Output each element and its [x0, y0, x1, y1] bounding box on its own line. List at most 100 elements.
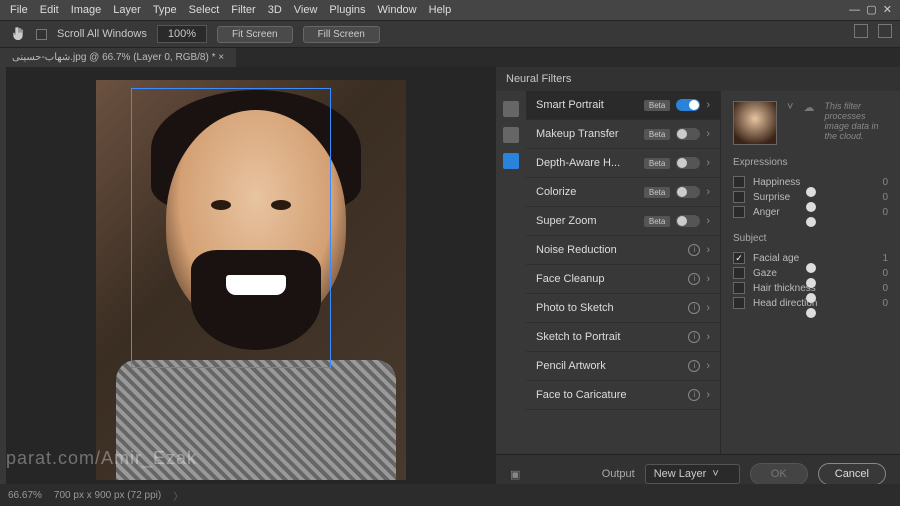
info-icon[interactable]: i: [688, 331, 700, 343]
menu-help[interactable]: Help: [429, 4, 452, 16]
menu-image[interactable]: Image: [71, 4, 102, 16]
search-icon[interactable]: [878, 24, 892, 38]
filter-label: Colorize: [536, 186, 644, 198]
filter-noise-reduction[interactable]: Noise Reductioni ›: [526, 236, 720, 265]
slider-happiness: Happiness 0: [733, 176, 888, 191]
chevron-down-icon[interactable]: ˅: [787, 101, 793, 113]
menu-layer[interactable]: Layer: [113, 4, 141, 16]
chevron-right-icon: ›: [706, 128, 710, 140]
menu-view[interactable]: View: [294, 4, 318, 16]
slider-value[interactable]: 1: [876, 253, 888, 264]
menu-select[interactable]: Select: [189, 4, 220, 16]
slider-value[interactable]: 0: [876, 283, 888, 294]
menu-file[interactable]: File: [10, 4, 28, 16]
filter-label: Smart Portrait: [536, 99, 644, 111]
slider-value[interactable]: 0: [876, 207, 888, 218]
filter-face-cleanup[interactable]: Face Cleanupi›: [526, 265, 720, 294]
filter-label: Noise Reduction: [536, 244, 688, 256]
filter-super-zoom[interactable]: Super ZoomBeta›: [526, 207, 720, 236]
filter-toggle[interactable]: [676, 186, 700, 198]
beta-badge: Beta: [644, 129, 670, 140]
filter-toggle[interactable]: [676, 99, 700, 111]
slider-checkbox[interactable]: [733, 206, 745, 218]
menu-type[interactable]: Type: [153, 4, 177, 16]
output-select[interactable]: New Layer ˅: [645, 464, 740, 484]
filter-smart-portrait[interactable]: Smart PortraitBeta›: [526, 91, 720, 120]
zoom-input[interactable]: 100%: [157, 25, 207, 43]
hand-tool-icon[interactable]: [10, 26, 26, 42]
filter-category-tabs: [496, 91, 526, 454]
slider-value[interactable]: 0: [876, 298, 888, 309]
category-tab-2[interactable]: [503, 127, 519, 143]
filter-depth-aware-h-[interactable]: Depth-Aware H...Beta›: [526, 149, 720, 178]
fill-screen-button[interactable]: Fill Screen: [303, 26, 380, 43]
filter-colorize[interactable]: ColorizeBeta ›: [526, 178, 720, 207]
slider-value[interactable]: 0: [876, 268, 888, 279]
filter-toggle[interactable]: [676, 157, 700, 169]
slider-handle[interactable]: [806, 217, 816, 227]
face-detection-box: [131, 88, 331, 368]
info-icon[interactable]: i: [688, 389, 700, 401]
category-tab-1[interactable]: [503, 101, 519, 117]
slider-checkbox[interactable]: [733, 252, 745, 264]
slider-checkbox[interactable]: [733, 191, 745, 203]
scroll-all-checkbox[interactable]: [36, 29, 47, 40]
filter-face-to-caricature[interactable]: Face to Caricaturei›: [526, 381, 720, 410]
watermark: parat.com/Amir_Ezak: [6, 448, 197, 469]
slider-label: Facial age: [753, 253, 868, 264]
category-tab-3[interactable]: [503, 153, 519, 169]
slider-handle[interactable]: [806, 278, 816, 288]
workspace-icon[interactable]: [854, 24, 868, 38]
beta-badge: Beta: [644, 100, 670, 111]
slider-checkbox[interactable]: [733, 267, 745, 279]
chevron-right-icon: ›: [706, 186, 710, 198]
info-icon[interactable]: i: [688, 244, 700, 256]
menu-3d[interactable]: 3D: [268, 4, 282, 16]
canvas[interactable]: parat.com/Amir_Ezak: [6, 67, 496, 493]
expressions-header: Expressions: [733, 157, 888, 168]
status-zoom[interactable]: 66.67%: [8, 490, 42, 501]
chevron-right-icon: ›: [706, 273, 710, 285]
filter-sketch-to-portrait[interactable]: Sketch to Portraiti›: [526, 323, 720, 352]
menu-plugins[interactable]: Plugins: [329, 4, 365, 16]
slider-checkbox[interactable]: [733, 282, 745, 294]
beta-badge: Beta: [644, 187, 670, 198]
filter-photo-to-sketch[interactable]: Photo to Sketchi›: [526, 294, 720, 323]
filter-toggle[interactable]: [676, 128, 700, 140]
menu-filter[interactable]: Filter: [231, 4, 255, 16]
slider-handle[interactable]: [806, 202, 816, 212]
fit-screen-button[interactable]: Fit Screen: [217, 26, 293, 43]
preview-icon[interactable]: ▣: [510, 468, 520, 481]
menu-window[interactable]: Window: [378, 4, 417, 16]
info-icon[interactable]: i: [688, 302, 700, 314]
chevron-right-icon: ›: [706, 244, 710, 256]
face-thumbnail[interactable]: [733, 101, 777, 145]
slider-value[interactable]: 0: [876, 177, 888, 188]
chevron-right-icon: ›: [706, 331, 710, 343]
slider-checkbox[interactable]: [733, 176, 745, 188]
menu-edit[interactable]: Edit: [40, 4, 59, 16]
info-icon[interactable]: i: [688, 273, 700, 285]
filter-makeup-transfer[interactable]: Makeup TransferBeta›: [526, 120, 720, 149]
slider-handle[interactable]: [806, 308, 816, 318]
window-controls[interactable]: — ▢ ✕: [849, 3, 892, 16]
chevron-right-icon: ›: [706, 302, 710, 314]
cloud-message: This filter processes image data in the …: [824, 101, 888, 141]
chevron-right-icon: ›: [706, 389, 710, 401]
document-tab[interactable]: شهاب-حسینی.jpg @ 66.7% (Layer 0, RGB/8) …: [0, 48, 236, 67]
cancel-button[interactable]: Cancel: [818, 463, 886, 485]
filter-toggle[interactable]: [676, 215, 700, 227]
filter-pencil-artwork[interactable]: Pencil Artworki›: [526, 352, 720, 381]
subject-header: Subject: [733, 233, 888, 244]
slider-handle[interactable]: [806, 187, 816, 197]
ok-button[interactable]: OK: [750, 463, 808, 485]
slider-handle[interactable]: [806, 293, 816, 303]
status-bar: 66.67% 700 px x 900 px (72 ppi) 〉: [0, 484, 900, 506]
menu-bar: File Edit Image Layer Type Select Filter…: [0, 0, 900, 20]
close-tab-icon[interactable]: ×: [218, 52, 224, 63]
info-icon[interactable]: i: [688, 360, 700, 372]
slider-value[interactable]: 0: [876, 192, 888, 203]
document-tabs: شهاب-حسینی.jpg @ 66.7% (Layer 0, RGB/8) …: [0, 48, 900, 67]
slider-checkbox[interactable]: [733, 297, 745, 309]
slider-handle[interactable]: [806, 263, 816, 273]
